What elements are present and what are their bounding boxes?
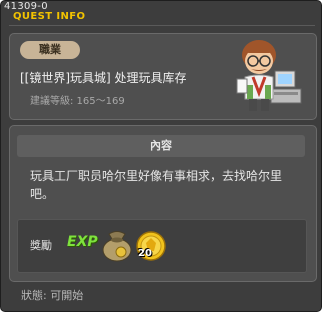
- content-header: 內容: [17, 135, 305, 157]
- quest-category-badge: 職業: [20, 41, 80, 59]
- exp-reward-icon: EXP: [67, 234, 98, 250]
- quest-info-window: 41309-0 QUEST INFO 職業 [[镜世界]玩具城] 处理玩具库存 …: [0, 0, 322, 312]
- window-title: QUEST INFO: [13, 11, 86, 22]
- reward-label: 獎勵: [30, 239, 52, 252]
- quest-description: 玩具工厂职员哈尔里好像有事相求，去找哈尔里吧。: [30, 169, 283, 201]
- npc-portrait: [236, 40, 302, 111]
- quest-name: [[镜世界]玩具城] 处理玩具库存: [20, 71, 187, 85]
- quest-level-range: 建議等級: 165～169: [30, 96, 125, 107]
- title-divider: [9, 25, 315, 26]
- quest-status: 狀態: 可開始: [21, 289, 84, 302]
- coin-quantity: 20: [138, 248, 152, 259]
- money-bag-icon[interactable]: [99, 228, 135, 262]
